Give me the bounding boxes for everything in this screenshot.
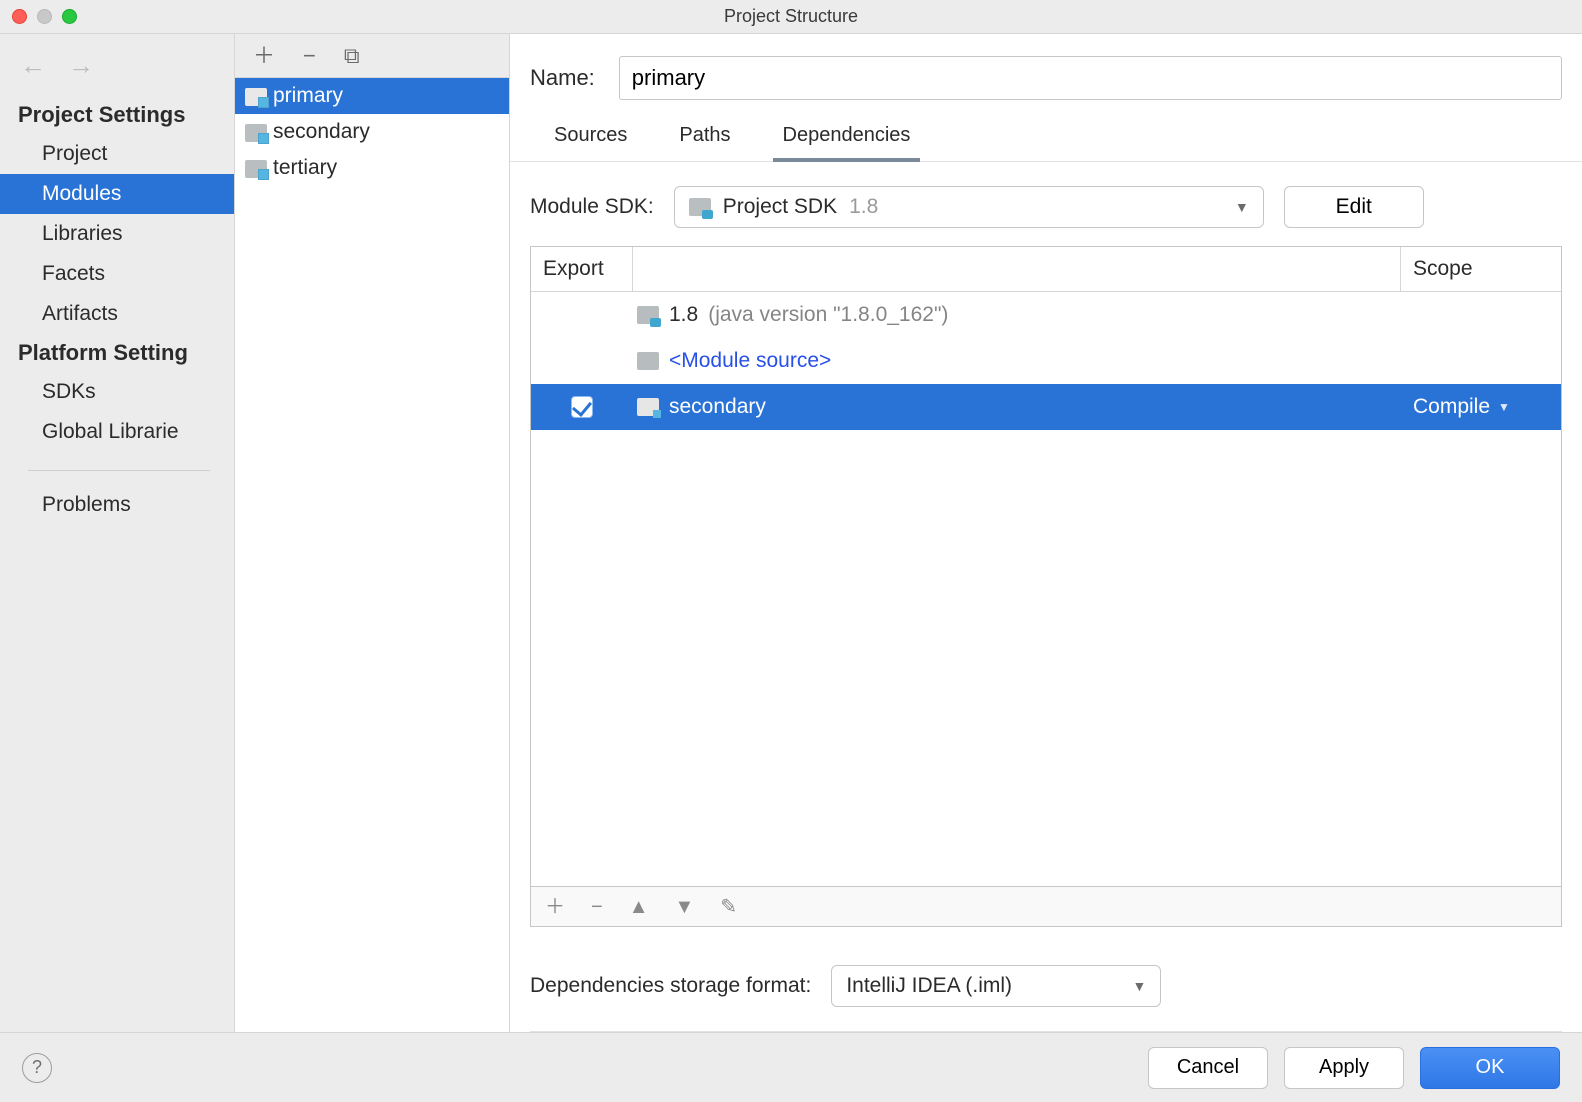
storage-format-select[interactable]: IntelliJ IDEA (.iml) ▼ <box>831 965 1161 1007</box>
tab-dependencies[interactable]: Dependencies <box>777 118 917 161</box>
chevron-down-icon: ▼ <box>1235 199 1249 215</box>
module-toolbar: ＋ − ⧉ <box>235 34 509 78</box>
folder-icon <box>637 352 659 370</box>
left-sidebar: ← → Project Settings Project Modules Lib… <box>0 34 235 1032</box>
module-label: secondary <box>273 120 370 144</box>
module-label: primary <box>273 84 343 108</box>
module-folder-icon <box>245 160 267 178</box>
storage-value: IntelliJ IDEA (.iml) <box>846 974 1012 998</box>
nav-project[interactable]: Project <box>0 134 234 174</box>
dep-rows: 1.8 (java version "1.8.0_162") <Module s… <box>531 292 1561 886</box>
module-editor: Name: Sources Paths Dependencies Module … <box>510 34 1582 1032</box>
module-tertiary[interactable]: tertiary <box>235 150 509 186</box>
tab-paths[interactable]: Paths <box>673 118 736 161</box>
export-checkbox[interactable] <box>571 396 593 418</box>
help-button[interactable]: ? <box>22 1053 52 1083</box>
back-icon[interactable]: ← <box>20 52 46 78</box>
add-icon[interactable]: ＋ <box>253 45 275 67</box>
col-name[interactable] <box>633 247 1401 291</box>
module-secondary[interactable]: secondary <box>235 114 509 150</box>
dep-row-secondary[interactable]: secondary Compile ▼ <box>531 384 1561 430</box>
dialog-footer: ? Cancel Apply OK <box>0 1032 1582 1102</box>
remove-icon[interactable]: − <box>591 897 603 917</box>
dep-scope: Compile <box>1413 395 1490 419</box>
name-input[interactable] <box>619 56 1562 100</box>
chevron-down-icon[interactable]: ▼ <box>1498 400 1510 414</box>
module-folder-icon <box>245 124 267 142</box>
name-label: Name: <box>530 65 595 91</box>
nav-facets[interactable]: Facets <box>0 254 234 294</box>
module-sdk-select[interactable]: Project SDK 1.8 ▼ <box>674 186 1264 228</box>
module-tabs: Sources Paths Dependencies <box>510 118 1582 162</box>
nav-artifacts[interactable]: Artifacts <box>0 294 234 334</box>
nav-sdks[interactable]: SDKs <box>0 372 234 412</box>
ok-button[interactable]: OK <box>1420 1047 1560 1089</box>
zoom-icon[interactable] <box>62 9 77 24</box>
col-scope[interactable]: Scope <box>1401 247 1561 291</box>
nav-problems[interactable]: Problems <box>0 485 234 525</box>
module-folder-icon <box>637 398 659 416</box>
dependency-table-wrap: Export Scope 1.8 (java version "1.8.0_16… <box>530 246 1562 927</box>
forward-icon[interactable]: → <box>68 52 94 78</box>
storage-label: Dependencies storage format: <box>530 974 811 998</box>
remove-icon[interactable]: − <box>303 45 316 67</box>
section-project-settings: Project Settings <box>0 96 234 134</box>
name-row: Name: <box>510 34 1582 118</box>
dep-detail: (java version "1.8.0_162") <box>708 303 948 327</box>
minimize-icon[interactable] <box>37 9 52 24</box>
edit-icon[interactable]: ✎ <box>720 897 737 917</box>
nav-modules[interactable]: Modules <box>0 174 234 214</box>
add-icon[interactable]: ＋ <box>545 897 565 917</box>
sdk-version: 1.8 <box>849 195 878 219</box>
dep-name: <Module source> <box>669 349 831 373</box>
dep-toolbar: ＋ − ▲ ▼ ✎ <box>530 887 1562 927</box>
sdk-name: Project SDK <box>723 195 837 219</box>
module-label: tertiary <box>273 156 337 180</box>
nav-libraries[interactable]: Libraries <box>0 214 234 254</box>
dep-table-header: Export Scope <box>531 247 1561 292</box>
move-down-icon[interactable]: ▼ <box>674 897 694 917</box>
dependency-table: Export Scope 1.8 (java version "1.8.0_16… <box>530 246 1562 887</box>
history-nav: ← → <box>0 34 234 96</box>
module-sdk-label: Module SDK: <box>530 195 654 219</box>
workarea: ← → Project Settings Project Modules Lib… <box>0 34 1582 1032</box>
dependencies-panel: Module SDK: Project SDK 1.8 ▼ Edit Expor… <box>510 162 1582 1032</box>
chevron-down-icon: ▼ <box>1132 978 1146 994</box>
tab-sources[interactable]: Sources <box>548 118 633 161</box>
titlebar: Project Structure <box>0 0 1582 34</box>
copy-icon[interactable]: ⧉ <box>344 45 360 67</box>
close-icon[interactable] <box>12 9 27 24</box>
window-controls <box>0 9 77 24</box>
window-title: Project Structure <box>0 6 1582 27</box>
dep-name: 1.8 <box>669 303 698 327</box>
dep-row-module-source[interactable]: <Module source> <box>531 338 1561 384</box>
module-folder-icon <box>245 88 267 106</box>
cancel-button[interactable]: Cancel <box>1148 1047 1268 1089</box>
nav-separator <box>28 470 210 471</box>
module-primary[interactable]: primary <box>235 78 509 114</box>
dep-row-sdk[interactable]: 1.8 (java version "1.8.0_162") <box>531 292 1561 338</box>
move-up-icon[interactable]: ▲ <box>629 897 649 917</box>
col-export[interactable]: Export <box>531 247 633 291</box>
nav-global-libraries[interactable]: Global Librarie <box>0 412 234 452</box>
module-sdk-row: Module SDK: Project SDK 1.8 ▼ Edit <box>530 186 1562 228</box>
dep-name: secondary <box>669 395 766 419</box>
sdk-folder-icon <box>637 306 659 324</box>
edit-sdk-button[interactable]: Edit <box>1284 186 1424 228</box>
module-list: primary secondary tertiary <box>235 78 509 1032</box>
section-platform-settings: Platform Setting <box>0 334 234 372</box>
sdk-folder-icon <box>689 198 711 216</box>
storage-row: Dependencies storage format: IntelliJ ID… <box>530 945 1562 1032</box>
module-list-panel: ＋ − ⧉ primary secondary tertiary <box>235 34 510 1032</box>
apply-button[interactable]: Apply <box>1284 1047 1404 1089</box>
